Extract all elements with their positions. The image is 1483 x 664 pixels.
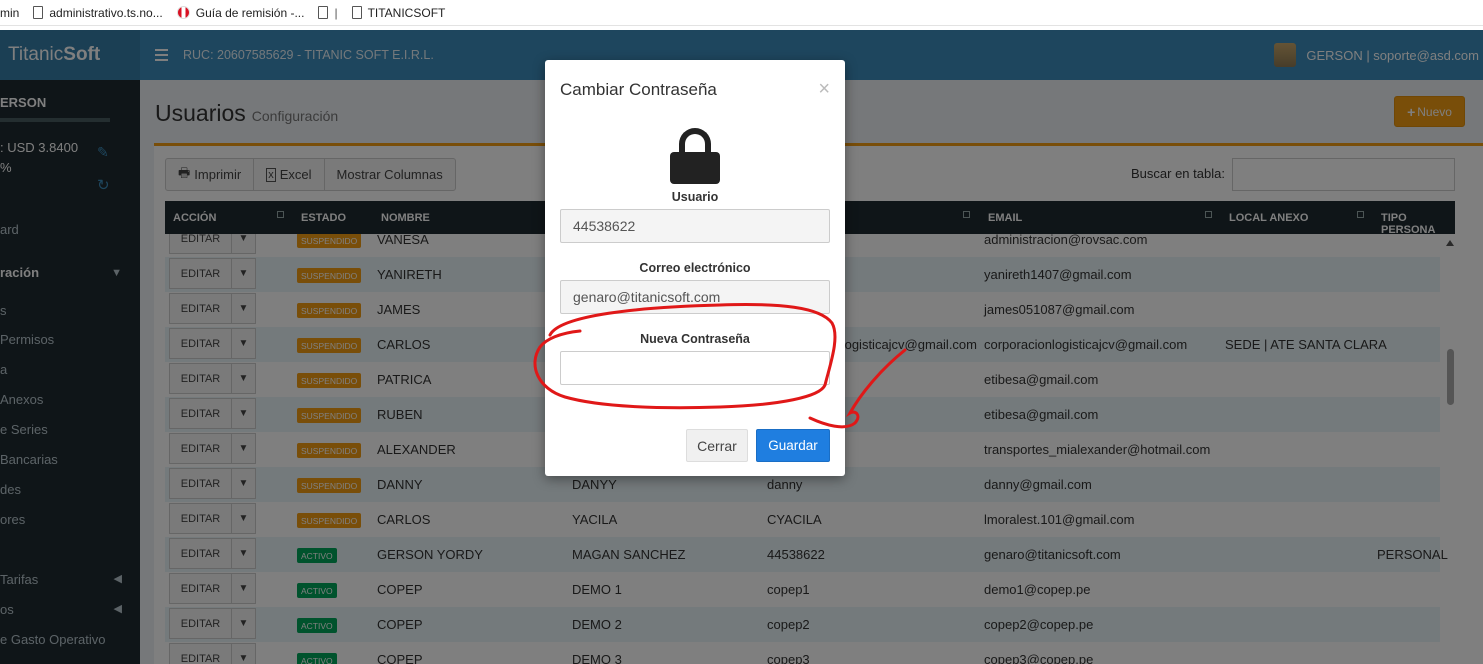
usuario-label: Usuario xyxy=(671,190,719,204)
new-password-field[interactable] xyxy=(560,351,830,385)
save-button[interactable]: Guardar xyxy=(756,429,830,462)
bookmark-administrativo[interactable]: administrativo.ts.no... xyxy=(33,6,163,20)
change-password-modal: Cambiar Contraseña × Usuario 44538622 Co… xyxy=(545,60,845,476)
bookmark-separator[interactable]: | xyxy=(318,6,338,20)
lock-icon xyxy=(670,128,720,184)
bookmark-guia-remision[interactable]: Guía de remisión -... xyxy=(176,6,304,20)
page-icon xyxy=(33,6,44,19)
bookmark-min[interactable]: min xyxy=(0,6,19,20)
bookmark-titanicsoft[interactable]: TITANICSOFT xyxy=(351,6,445,20)
correo-field: genaro@titanicsoft.com xyxy=(560,280,830,314)
nueva-contrasena-label: Nueva Contraseña xyxy=(640,332,750,346)
peru-flag-icon xyxy=(176,6,190,19)
modal-title: Cambiar Contraseña xyxy=(560,80,717,99)
page-icon xyxy=(351,6,362,19)
page-icon xyxy=(318,6,329,19)
close-button[interactable]: Cerrar xyxy=(686,429,748,462)
usuario-field: 44538622 xyxy=(560,209,830,243)
bookmarks-bar: min administrativo.ts.no... Guía de remi… xyxy=(0,0,1483,26)
close-icon[interactable]: × xyxy=(818,78,830,101)
correo-label: Correo electrónico xyxy=(639,261,751,275)
